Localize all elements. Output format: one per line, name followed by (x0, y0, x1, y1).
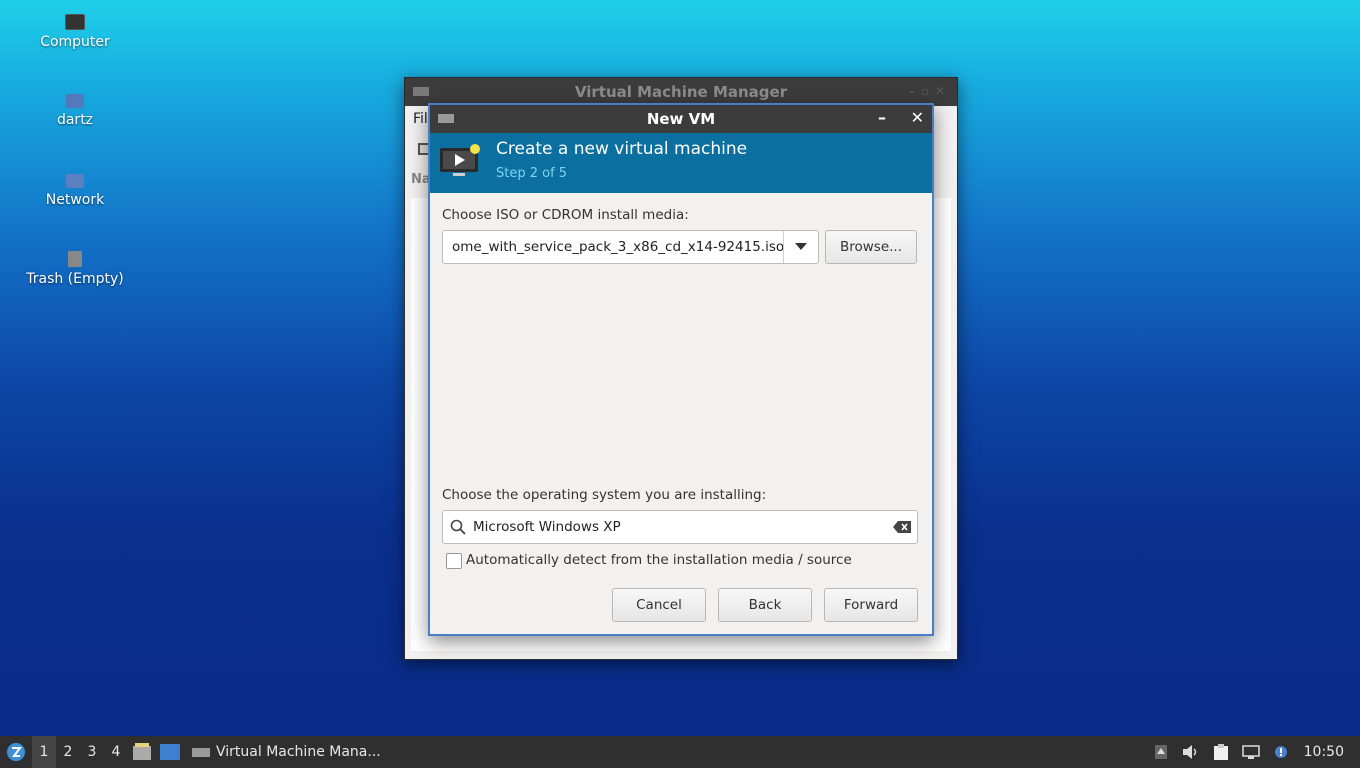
file-manager-icon (133, 743, 151, 760)
show-desktop-icon (160, 744, 180, 760)
auto-detect-label[interactable]: Automatically detect from the installati… (466, 552, 852, 568)
os-label: Choose the operating system you are inst… (442, 487, 767, 503)
chevron-down-icon[interactable] (783, 231, 818, 263)
start-menu-button[interactable] (0, 736, 32, 768)
install-media-value[interactable]: ome_with_service_pack_3_x86_cd_x14-92415… (443, 231, 783, 263)
clock[interactable]: 10:50 (1296, 744, 1360, 760)
workspace-4[interactable]: 4 (104, 736, 128, 768)
desktop-icon-computer[interactable]: Computer (15, 14, 135, 50)
computer-icon (65, 14, 85, 30)
cancel-button[interactable]: Cancel (612, 588, 706, 622)
vm-monitor-icon (440, 144, 480, 176)
dialog-logo-icon (438, 114, 454, 123)
os-search-value[interactable]: Microsoft Windows XP (473, 519, 887, 535)
back-button[interactable]: Back (718, 588, 812, 622)
system-tray: 10:50 (1146, 736, 1360, 768)
desktop-launcher[interactable] (156, 736, 184, 768)
taskbar-app-vmm[interactable]: Virtual Machine Mana... (184, 736, 389, 768)
workspace-3[interactable]: 3 (80, 736, 104, 768)
minimize-button[interactable]: – (878, 108, 886, 127)
new-vm-dialog: New VM – ✕ Create a new virtual machine … (428, 103, 934, 636)
vmm-titlebar[interactable]: Virtual Machine Manager –▫✕ (405, 78, 957, 106)
desktop-icon-network[interactable]: Network (15, 174, 135, 208)
taskbar-app-label: Virtual Machine Mana... (216, 744, 381, 760)
desktop-icon-label: Network (45, 192, 105, 208)
banner-step: Step 2 of 5 (496, 166, 568, 181)
vmm-menu-file[interactable]: Fil (413, 111, 428, 127)
start-menu-icon (7, 743, 25, 761)
forward-button[interactable]: Forward (824, 588, 918, 622)
install-media-combo[interactable]: ome_with_service_pack_3_x86_cd_x14-92415… (442, 230, 819, 264)
clear-icon[interactable] (887, 521, 917, 533)
network-tray-icon[interactable] (1236, 745, 1266, 759)
desktop-icon-label: Computer (40, 34, 110, 50)
vmm-window-controls-icon[interactable]: –▫✕ (909, 84, 951, 98)
vmm-logo-icon (413, 87, 429, 96)
tray-up-arrow-icon[interactable] (1146, 745, 1176, 759)
dialog-title: New VM (646, 110, 716, 128)
desktop-icon-home[interactable]: dartz (15, 94, 135, 128)
browse-button[interactable]: Browse... (825, 230, 917, 264)
search-icon (443, 519, 473, 535)
banner-title: Create a new virtual machine (496, 139, 748, 159)
taskbar: 1 2 3 4 Virtual Machine Mana... 10:50 (0, 736, 1360, 768)
media-label: Choose ISO or CDROM install media: (442, 207, 689, 223)
dialog-banner: Create a new virtual machine Step 2 of 5 (430, 133, 932, 193)
file-manager-launcher[interactable] (128, 736, 156, 768)
workspace-2[interactable]: 2 (56, 736, 80, 768)
network-icon (66, 174, 84, 188)
vmm-title: Virtual Machine Manager (574, 83, 788, 101)
workspace-1[interactable]: 1 (32, 736, 56, 768)
desktop-icon-trash[interactable]: Trash (Empty) (15, 251, 135, 287)
trash-icon (68, 251, 82, 267)
notification-icon[interactable] (1266, 745, 1296, 759)
volume-icon[interactable] (1176, 745, 1206, 759)
close-button[interactable]: ✕ (911, 108, 924, 127)
vmm-taskbar-icon (192, 747, 210, 757)
os-search-input[interactable]: Microsoft Windows XP (442, 510, 918, 544)
desktop-icon-label: Trash (Empty) (26, 271, 124, 287)
clipboard-icon[interactable] (1206, 744, 1236, 760)
home-folder-icon (66, 94, 84, 108)
dialog-titlebar[interactable]: New VM – ✕ (430, 105, 932, 133)
desktop-icon-label: dartz (56, 112, 94, 128)
auto-detect-checkbox[interactable] (446, 553, 462, 569)
